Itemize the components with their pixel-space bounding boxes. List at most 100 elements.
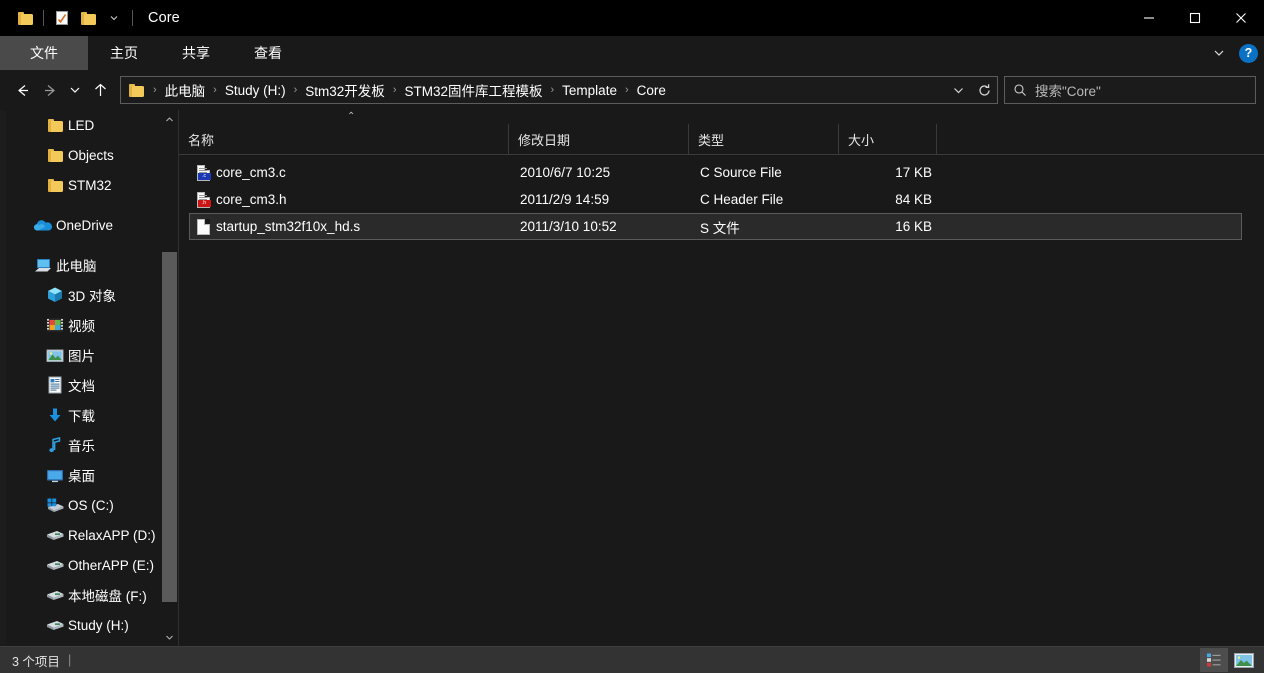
address-bar[interactable]: › 此电脑 › Study (H:) › Stm32开发板 › STM32固件库… <box>120 76 998 104</box>
breadcrumb-separator: › <box>392 83 397 96</box>
file-name-label: core_cm3.c <box>216 165 286 180</box>
breadcrumb-item-study-h[interactable]: Study (H:) <box>222 81 289 100</box>
sidebar-item-downloads[interactable]: 下载 <box>6 400 178 430</box>
qat-divider-1 <box>43 10 44 26</box>
file-size-cell: 84 KB <box>895 192 932 207</box>
tab-home[interactable]: 主页 <box>88 36 160 70</box>
file-size-cell: 16 KB <box>895 219 932 234</box>
navigation-pane: LED Objects STM32 OneDrive 此电脑 3D 对象 视频 … <box>6 110 178 646</box>
breadcrumb-item-stm32-board[interactable]: Stm32开发板 <box>302 78 388 102</box>
column-header-type[interactable]: 类型 <box>689 124 839 154</box>
address-dropdown-button[interactable] <box>945 77 971 103</box>
file-name-cell: startup_stm32f10x_hd.s <box>190 218 520 235</box>
breadcrumb-separator: › <box>550 83 555 96</box>
sidebar-item-label: 桌面 <box>68 469 95 484</box>
sidebar-item-study-h[interactable]: Study (H:) <box>6 610 178 640</box>
file-name-cell: .c core_cm3.c <box>190 164 520 181</box>
search-icon <box>1005 83 1035 97</box>
pictures-icon <box>42 348 68 363</box>
sidebar-item-label: 3D 对象 <box>68 289 117 304</box>
sidebar-item-relaxapp-d[interactable]: RelaxAPP (D:) <box>6 520 178 550</box>
properties-qat-icon[interactable] <box>49 5 75 31</box>
maximize-button[interactable] <box>1172 0 1218 36</box>
this-pc-icon <box>30 257 56 273</box>
sidebar-item-otherapp-e[interactable]: OtherAPP (E:) <box>6 550 178 580</box>
search-input[interactable]: 搜索"Core" <box>1035 80 1101 100</box>
sidebar-item-led[interactable]: LED <box>6 110 178 140</box>
minimize-icon <box>1144 17 1154 19</box>
folder-icon <box>80 11 96 25</box>
maximize-icon <box>1189 12 1201 24</box>
recent-locations-button[interactable] <box>64 76 86 104</box>
close-button[interactable] <box>1218 0 1264 36</box>
column-headers: ⌃ 名称 修改日期 类型 大小 <box>179 112 1264 155</box>
arrow-right-icon <box>44 84 55 96</box>
table-row[interactable]: startup_stm32f10x_hd.s 2011/3/10 10:52 S… <box>189 213 1242 240</box>
sidebar-item-this-pc[interactable]: 此电脑 <box>6 250 178 280</box>
table-row[interactable]: .h core_cm3.h 2011/2/9 14:59 C Header Fi… <box>189 186 1242 213</box>
table-row[interactable]: .c core_cm3.c 2010/6/7 10:25 C Source Fi… <box>189 159 1242 186</box>
sidebar-item-videos[interactable]: 视频 <box>6 310 178 340</box>
sidebar-scrollbar-thumb[interactable] <box>162 252 177 602</box>
minimize-button[interactable] <box>1126 0 1172 36</box>
ribbon-right-controls: ? <box>1207 36 1258 70</box>
tab-file[interactable]: 文件 <box>0 36 88 70</box>
column-header-name[interactable]: 名称 <box>179 124 509 154</box>
forward-button[interactable] <box>36 76 64 104</box>
folder-icon <box>42 148 68 162</box>
content-area: LED Objects STM32 OneDrive 此电脑 3D 对象 视频 … <box>0 110 1264 646</box>
help-button[interactable]: ? <box>1239 43 1258 63</box>
large-icons-view-icon <box>1234 652 1254 668</box>
documents-icon <box>42 376 68 394</box>
sidebar-item-label: 本地磁盘 (F:) <box>68 589 147 604</box>
sidebar-item-music[interactable]: 音乐 <box>6 430 178 460</box>
breadcrumb-item-this-pc[interactable]: 此电脑 <box>162 78 209 102</box>
large-icons-view-button[interactable] <box>1230 648 1258 672</box>
file-name-label: startup_stm32f10x_hd.s <box>216 219 361 234</box>
sidebar-item-stm32[interactable]: STM32 <box>6 170 178 200</box>
breadcrumb-item-template[interactable]: Template <box>559 81 620 100</box>
chevron-down-icon <box>70 87 80 93</box>
title-bar: Core <box>0 0 1264 36</box>
sidebar-item-3d-objects[interactable]: 3D 对象 <box>6 280 178 310</box>
sidebar-item-objects[interactable]: Objects <box>6 140 178 170</box>
column-header-size[interactable]: 大小 <box>839 124 937 154</box>
sidebar-item-label: 图片 <box>68 349 95 364</box>
sidebar-item-label: OtherAPP (E:) <box>68 557 155 573</box>
new-folder-qat-icon[interactable] <box>75 5 101 31</box>
file-type-cell: C Header File <box>700 192 784 207</box>
c-source-badge: .c <box>197 172 211 180</box>
breadcrumb-item-core[interactable]: Core <box>634 81 669 100</box>
details-view-button[interactable] <box>1200 648 1228 672</box>
chevron-up-icon <box>166 116 173 121</box>
folder-qat-icon[interactable] <box>12 5 38 31</box>
breadcrumb-item-stm32-lib-template[interactable]: STM32固件库工程模板 <box>401 78 545 102</box>
breadcrumb-separator: › <box>153 83 157 96</box>
sidebar-item-os-c[interactable]: OS (C:) <box>6 490 178 520</box>
search-box[interactable]: 搜索"Core" <box>1004 76 1256 104</box>
expand-ribbon-button[interactable] <box>1207 41 1231 65</box>
sidebar-item-desktop[interactable]: 桌面 <box>6 460 178 490</box>
tab-view[interactable]: 查看 <box>232 36 304 70</box>
back-button[interactable] <box>8 76 36 104</box>
customize-qat-dropdown[interactable] <box>101 5 127 31</box>
refresh-button[interactable] <box>971 77 997 103</box>
tab-share[interactable]: 共享 <box>160 36 232 70</box>
scroll-up-button[interactable] <box>161 110 178 128</box>
chevron-down-icon <box>166 635 173 640</box>
sidebar-item-documents[interactable]: 文档 <box>6 370 178 400</box>
sidebar-item-pictures[interactable]: 图片 <box>6 340 178 370</box>
sidebar-scrollbar[interactable] <box>161 110 178 646</box>
column-header-date-modified[interactable]: 修改日期 <box>509 124 689 154</box>
up-button[interactable] <box>86 76 114 104</box>
file-name-label: core_cm3.h <box>216 192 287 207</box>
scroll-down-button[interactable] <box>161 628 178 646</box>
sidebar-item-local-disk-f[interactable]: 本地磁盘 (F:) <box>6 580 178 610</box>
sidebar-item-onedrive[interactable]: OneDrive <box>6 210 178 240</box>
drive-icon <box>42 528 68 542</box>
sidebar-item-label: 此电脑 <box>56 259 97 274</box>
sidebar-item-label: 文档 <box>68 379 95 394</box>
file-date-cell: 2010/6/7 10:25 <box>520 165 611 180</box>
